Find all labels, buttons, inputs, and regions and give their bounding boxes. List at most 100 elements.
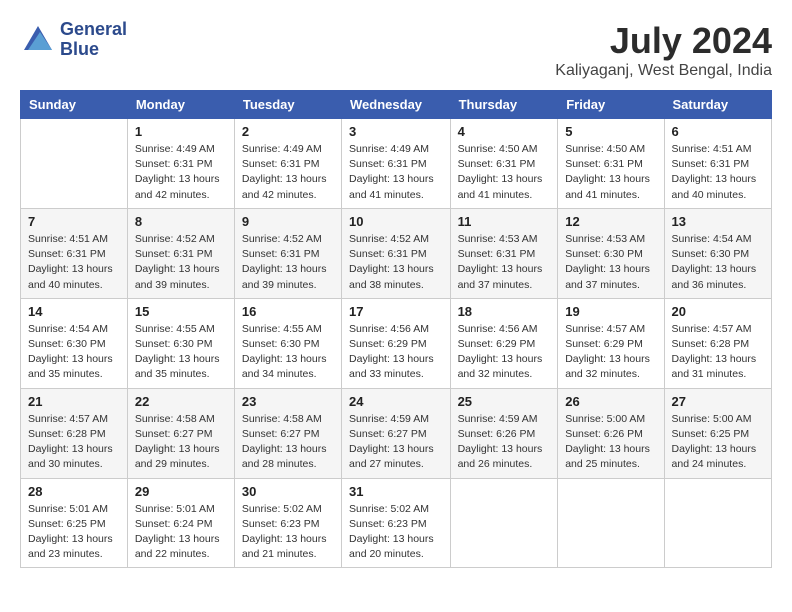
calendar-cell: 1 Sunrise: 4:49 AMSunset: 6:31 PMDaylight…	[127, 119, 234, 209]
day-info: Sunrise: 4:49 AMSunset: 6:31 PMDaylight:…	[242, 142, 334, 203]
calendar-cell	[558, 478, 664, 568]
day-info: Sunrise: 4:51 AMSunset: 6:31 PMDaylight:…	[672, 142, 764, 203]
calendar-cell: 9 Sunrise: 4:52 AMSunset: 6:31 PMDaylight…	[234, 208, 341, 298]
title-block: July 2024 Kaliyaganj, West Bengal, India	[555, 20, 772, 80]
calendar-cell: 6 Sunrise: 4:51 AMSunset: 6:31 PMDaylight…	[664, 119, 771, 209]
day-info: Sunrise: 4:50 AMSunset: 6:31 PMDaylight:…	[458, 142, 551, 203]
day-info: Sunrise: 4:57 AMSunset: 6:29 PMDaylight:…	[565, 322, 656, 383]
calendar-table: SundayMondayTuesdayWednesdayThursdayFrid…	[20, 90, 772, 568]
day-number: 3	[349, 124, 443, 139]
col-header-saturday: Saturday	[664, 91, 771, 119]
day-info: Sunrise: 5:02 AMSunset: 6:23 PMDaylight:…	[242, 502, 334, 563]
calendar-cell: 29 Sunrise: 5:01 AMSunset: 6:24 PMDayligh…	[127, 478, 234, 568]
day-number: 26	[565, 394, 656, 409]
calendar-cell: 11 Sunrise: 4:53 AMSunset: 6:31 PMDayligh…	[450, 208, 558, 298]
col-header-tuesday: Tuesday	[234, 91, 341, 119]
calendar-cell: 16Sunrise: 4:55 AMSunset: 6:30 PMDayligh…	[234, 298, 341, 388]
calendar-cell: 28 Sunrise: 5:01 AMSunset: 6:25 PMDayligh…	[21, 478, 128, 568]
day-info: Sunrise: 4:58 AMSunset: 6:27 PMDaylight:…	[242, 412, 334, 473]
day-info: Sunrise: 4:58 AMSunset: 6:27 PMDaylight:…	[135, 412, 227, 473]
day-info: Sunrise: 5:02 AMSunset: 6:23 PMDaylight:…	[349, 502, 443, 563]
logo-icon	[20, 22, 56, 58]
calendar-cell: 7 Sunrise: 4:51 AMSunset: 6:31 PMDaylight…	[21, 208, 128, 298]
day-info: Sunrise: 5:00 AMSunset: 6:26 PMDaylight:…	[565, 412, 656, 473]
calendar-cell: 15Sunrise: 4:55 AMSunset: 6:30 PMDayligh…	[127, 298, 234, 388]
day-number: 31	[349, 484, 443, 499]
calendar-cell: 22 Sunrise: 4:58 AMSunset: 6:27 PMDayligh…	[127, 388, 234, 478]
day-info: Sunrise: 4:49 AMSunset: 6:31 PMDaylight:…	[135, 142, 227, 203]
day-number: 9	[242, 214, 334, 229]
calendar-cell: 12Sunrise: 4:53 AMSunset: 6:30 PMDayligh…	[558, 208, 664, 298]
logo-text: General Blue	[60, 20, 127, 60]
day-info: Sunrise: 4:52 AMSunset: 6:31 PMDaylight:…	[135, 232, 227, 293]
day-number: 11	[458, 214, 551, 229]
calendar-cell: 5 Sunrise: 4:50 AMSunset: 6:31 PMDaylight…	[558, 119, 664, 209]
day-number: 5	[565, 124, 656, 139]
col-header-sunday: Sunday	[21, 91, 128, 119]
day-number: 24	[349, 394, 443, 409]
day-number: 13	[672, 214, 764, 229]
day-info: Sunrise: 5:00 AMSunset: 6:25 PMDaylight:…	[672, 412, 764, 473]
day-info: Sunrise: 4:49 AMSunset: 6:31 PMDaylight:…	[349, 142, 443, 203]
day-number: 20	[672, 304, 764, 319]
day-number: 10	[349, 214, 443, 229]
day-number: 21	[28, 394, 120, 409]
col-header-monday: Monday	[127, 91, 234, 119]
calendar-cell: 26 Sunrise: 5:00 AMSunset: 6:26 PMDayligh…	[558, 388, 664, 478]
calendar-cell: 2 Sunrise: 4:49 AMSunset: 6:31 PMDaylight…	[234, 119, 341, 209]
day-info: Sunrise: 4:57 AMSunset: 6:28 PMDaylight:…	[672, 322, 764, 383]
month-year: July 2024	[555, 20, 772, 62]
day-info: Sunrise: 4:53 AMSunset: 6:30 PMDaylight:…	[565, 232, 656, 293]
location: Kaliyaganj, West Bengal, India	[555, 62, 772, 80]
day-number: 19	[565, 304, 656, 319]
day-number: 27	[672, 394, 764, 409]
calendar-cell: 17Sunrise: 4:56 AMSunset: 6:29 PMDayligh…	[342, 298, 451, 388]
day-info: Sunrise: 5:01 AMSunset: 6:24 PMDaylight:…	[135, 502, 227, 563]
calendar-cell: 13 Sunrise: 4:54 AMSunset: 6:30 PMDayligh…	[664, 208, 771, 298]
calendar-cell: 21 Sunrise: 4:57 AMSunset: 6:28 PMDayligh…	[21, 388, 128, 478]
logo: General Blue	[20, 20, 127, 60]
day-number: 29	[135, 484, 227, 499]
calendar-cell: 18Sunrise: 4:56 AMSunset: 6:29 PMDayligh…	[450, 298, 558, 388]
day-info: Sunrise: 4:50 AMSunset: 6:31 PMDaylight:…	[565, 142, 656, 203]
day-info: Sunrise: 4:53 AMSunset: 6:31 PMDaylight:…	[458, 232, 551, 293]
day-info: Sunrise: 4:57 AMSunset: 6:28 PMDaylight:…	[28, 412, 120, 473]
day-number: 25	[458, 394, 551, 409]
calendar-cell: 31 Sunrise: 5:02 AMSunset: 6:23 PMDayligh…	[342, 478, 451, 568]
day-number: 4	[458, 124, 551, 139]
day-number: 17	[349, 304, 443, 319]
day-number: 8	[135, 214, 227, 229]
day-info: Sunrise: 4:59 AMSunset: 6:26 PMDaylight:…	[458, 412, 551, 473]
calendar-cell: 10Sunrise: 4:52 AMSunset: 6:31 PMDayligh…	[342, 208, 451, 298]
calendar-cell: 8 Sunrise: 4:52 AMSunset: 6:31 PMDaylight…	[127, 208, 234, 298]
day-number: 16	[242, 304, 334, 319]
calendar-cell	[664, 478, 771, 568]
day-number: 2	[242, 124, 334, 139]
calendar-cell: 20 Sunrise: 4:57 AMSunset: 6:28 PMDayligh…	[664, 298, 771, 388]
day-number: 28	[28, 484, 120, 499]
day-info: Sunrise: 4:54 AMSunset: 6:30 PMDaylight:…	[672, 232, 764, 293]
day-info: Sunrise: 4:59 AMSunset: 6:27 PMDaylight:…	[349, 412, 443, 473]
day-info: Sunrise: 4:56 AMSunset: 6:29 PMDaylight:…	[458, 322, 551, 383]
calendar-cell: 27 Sunrise: 5:00 AMSunset: 6:25 PMDayligh…	[664, 388, 771, 478]
day-info: Sunrise: 4:54 AMSunset: 6:30 PMDaylight:…	[28, 322, 120, 383]
col-header-wednesday: Wednesday	[342, 91, 451, 119]
day-info: Sunrise: 4:52 AMSunset: 6:31 PMDaylight:…	[242, 232, 334, 293]
calendar-cell: 24 Sunrise: 4:59 AMSunset: 6:27 PMDayligh…	[342, 388, 451, 478]
page-header: General Blue July 2024 Kaliyaganj, West …	[20, 20, 772, 80]
day-info: Sunrise: 5:01 AMSunset: 6:25 PMDaylight:…	[28, 502, 120, 563]
day-number: 22	[135, 394, 227, 409]
col-header-thursday: Thursday	[450, 91, 558, 119]
day-info: Sunrise: 4:51 AMSunset: 6:31 PMDaylight:…	[28, 232, 120, 293]
calendar-cell: 19 Sunrise: 4:57 AMSunset: 6:29 PMDayligh…	[558, 298, 664, 388]
calendar-cell	[450, 478, 558, 568]
calendar-cell: 14Sunrise: 4:54 AMSunset: 6:30 PMDayligh…	[21, 298, 128, 388]
day-number: 23	[242, 394, 334, 409]
day-number: 7	[28, 214, 120, 229]
day-number: 1	[135, 124, 227, 139]
calendar-cell: 4 Sunrise: 4:50 AMSunset: 6:31 PMDaylight…	[450, 119, 558, 209]
day-info: Sunrise: 4:55 AMSunset: 6:30 PMDaylight:…	[135, 322, 227, 383]
calendar-cell: 23 Sunrise: 4:58 AMSunset: 6:27 PMDayligh…	[234, 388, 341, 478]
calendar-cell: 3 Sunrise: 4:49 AMSunset: 6:31 PMDaylight…	[342, 119, 451, 209]
day-number: 6	[672, 124, 764, 139]
